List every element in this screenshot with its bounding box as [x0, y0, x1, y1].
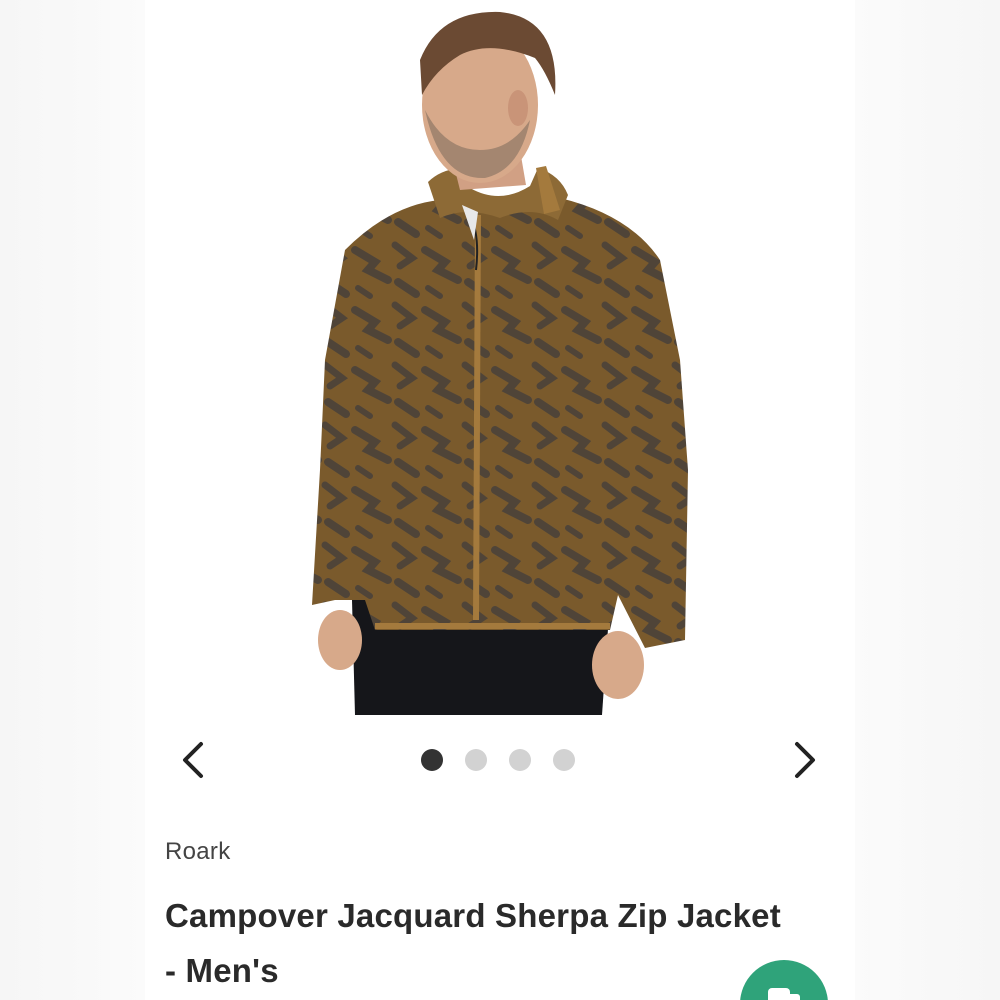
left-backdrop [0, 0, 145, 1000]
product-image[interactable] [140, 0, 860, 715]
chevron-left-icon [183, 742, 203, 778]
carousel-dot-2[interactable] [465, 749, 487, 771]
carousel-dot-1[interactable] [421, 749, 443, 771]
image-carousel-controls [145, 730, 855, 790]
carousel-prev-button[interactable] [171, 738, 215, 782]
screen: Roark Campover Jacquard Sherpa Zip Jacke… [0, 0, 1000, 1000]
jacket-model-illustration [312, 11, 688, 715]
right-backdrop [855, 0, 1000, 1000]
product-title: Campover Jacquard Sherpa Zip Jacket - Me… [165, 897, 781, 989]
chat-icon [768, 988, 800, 1000]
carousel-next-button[interactable] [783, 738, 827, 782]
product-brand[interactable]: Roark [165, 838, 231, 866]
carousel-dot-3[interactable] [509, 749, 531, 771]
carousel-dot-4[interactable] [553, 749, 575, 771]
carousel-dots [421, 749, 575, 771]
chevron-right-icon [795, 742, 815, 778]
